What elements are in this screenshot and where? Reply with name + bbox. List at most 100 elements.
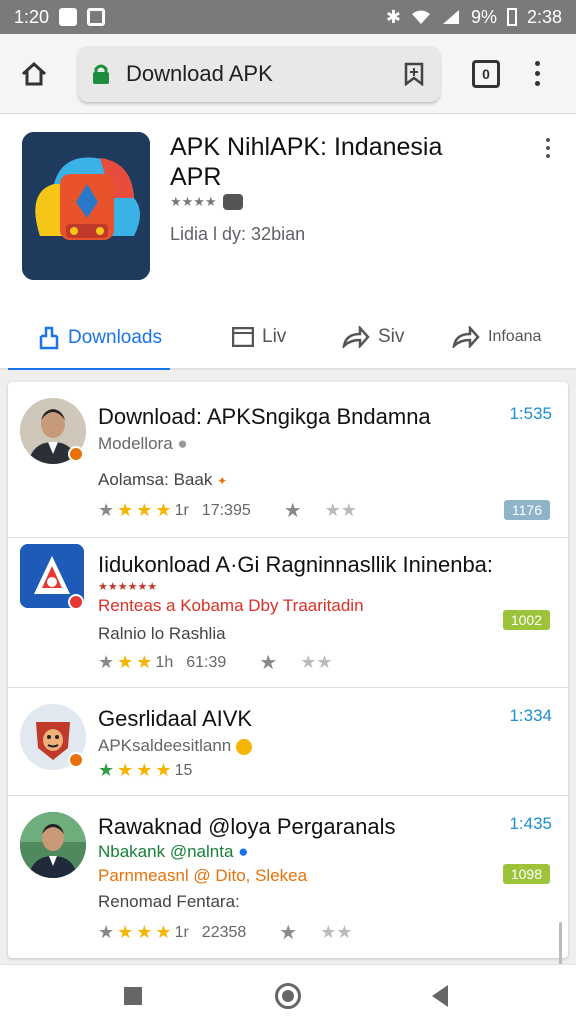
star-icon: ★★: [320, 922, 353, 942]
tab-infoana[interactable]: Infoana: [452, 326, 541, 348]
recents-button[interactable]: [124, 987, 142, 1005]
status-left: 1:20: [14, 6, 106, 28]
item-subtitle: APKsaldeesitlann: [98, 736, 252, 756]
star-icon: ★★: [300, 652, 333, 672]
share-icon: [342, 326, 370, 348]
item-subtitle-text: APKsaldeesitlann: [98, 736, 232, 755]
browser-toolbar: Download APK 0: [0, 34, 576, 114]
tab-liv[interactable]: Liv: [232, 326, 286, 348]
list-item[interactable]: Gesrlidaal AIVK 1:334 APKsaldeesitlann ★…: [8, 688, 568, 796]
star-icon: ★: [155, 760, 172, 780]
star-icon: ★: [155, 500, 172, 520]
star-icon: ★★: [324, 500, 357, 520]
status-bar: 1:20 ✱ 9% 2:38: [0, 0, 576, 34]
app-icon: [22, 132, 150, 280]
person-avatar-icon: [20, 812, 86, 878]
rating-label: 1r: [174, 923, 189, 941]
count-badge: 1098: [502, 864, 550, 884]
item-rating: ★ ★ ★ ★ 1r 17:395 ★ ★★: [98, 498, 357, 523]
rating-label: 1r: [174, 501, 189, 519]
list-item[interactable]: Download: APKSngikga Bndamna 1:535 Model…: [8, 382, 568, 538]
dot-icon: [546, 146, 550, 150]
download-icon: [39, 326, 59, 350]
item-time: 1:435: [509, 814, 552, 833]
verified-icon: ●: [177, 434, 188, 453]
signal-icon: [442, 10, 459, 24]
dot-icon: [546, 154, 550, 158]
item-subtitle-secondary: Parnmeasnl @ Dito, Slekea: [98, 866, 308, 885]
overflow-menu-button[interactable]: [532, 61, 542, 86]
bookmark-icon[interactable]: [402, 62, 426, 86]
app-logo-icon: [22, 132, 150, 280]
status-dot: [68, 446, 84, 462]
notification-icon: [87, 8, 106, 26]
star-icon: ★: [98, 652, 115, 672]
item-subtitle-text: Modellora: [98, 434, 173, 453]
spark-icon: ✦: [217, 474, 228, 488]
item-detail: Renomad Fentara:: [98, 892, 240, 911]
status-time-right: 2:38: [526, 6, 562, 27]
star-icon: ★: [136, 652, 153, 672]
tab-label: Infoana: [488, 328, 542, 345]
status-time-left: 1:20: [14, 6, 50, 27]
verified-icon: ●: [238, 842, 249, 861]
system-nav-bar: [0, 964, 576, 1024]
star-icon: ★: [136, 760, 153, 780]
dot-icon: [534, 81, 540, 86]
battery-level: 9%: [470, 6, 497, 27]
rating-stars-icon: ★★★★★★: [98, 581, 158, 593]
camera-icon: [222, 194, 243, 210]
rating-label: 15: [174, 761, 193, 779]
list-item[interactable]: Rawaknad @loya Pergaranals 1:435 Nbakank…: [8, 796, 568, 956]
avatar: [20, 812, 86, 878]
app-more-button[interactable]: [546, 138, 550, 158]
star-icon: ★: [259, 652, 278, 674]
app-rating: ★★★★: [170, 194, 243, 210]
tab-bar: Downloads Liv Siv Infoana: [0, 304, 576, 371]
item-rating: 1h ★ ★ ★ 1h 61:39 ★ ★★: [98, 650, 332, 675]
bluetooth-icon: ✱: [385, 6, 401, 27]
item-rating: ★ ★ ★ ★ 15: [98, 760, 192, 781]
notification-icon: [59, 8, 78, 26]
count-badge: 1176: [503, 500, 550, 520]
count-badge: 1002: [502, 610, 550, 630]
share-icon: [452, 326, 480, 348]
rating-count: 17:395: [201, 501, 251, 519]
tab-label: Siv: [378, 326, 405, 347]
dot-icon: [534, 71, 540, 76]
item-subtitle: Renteas a Kobama Dby Traaritadin: [98, 596, 364, 615]
item-subtitle-text: Nbakank @nalnta: [98, 842, 234, 861]
tab-label: Liv: [262, 326, 287, 347]
item-detail-text: Aolamsa: Baak: [98, 470, 213, 489]
tab-label: Downloads: [68, 327, 162, 348]
tab-downloads[interactable]: Downloads: [38, 326, 162, 350]
home-button[interactable]: [12, 52, 56, 96]
dot-icon: [546, 138, 550, 142]
star-icon: ★: [98, 760, 115, 780]
battery-icon: [506, 8, 517, 26]
dot-icon: [534, 61, 540, 66]
rating-stars-icon: ★★★★: [170, 194, 217, 209]
tab-switcher-button[interactable]: 0: [472, 59, 500, 88]
address-bar[interactable]: Download APK: [78, 45, 440, 102]
item-title: Rawaknad @loya Pergaranals: [98, 814, 396, 839]
rating-count: 22358: [201, 923, 247, 941]
download-list: Download: APKSngikga Bndamna 1:535 Model…: [8, 382, 568, 1024]
app-developer: Lidia l dy: 32bian: [170, 224, 306, 244]
star-icon: ★: [98, 500, 115, 520]
star-icon: ★: [155, 922, 172, 942]
item-detail: Ralnio lo Rashlia: [98, 624, 226, 643]
home-nav-button[interactable]: [275, 983, 301, 1009]
item-time: 1:535: [509, 404, 552, 423]
tab-siv[interactable]: Siv: [342, 326, 404, 348]
back-button[interactable]: [432, 985, 448, 1007]
url-text[interactable]: Download APK: [126, 61, 402, 87]
star-icon: ★: [117, 500, 134, 520]
star-icon: ★: [283, 500, 302, 522]
star-icon: ★: [136, 922, 153, 942]
star-icon: ★: [117, 760, 134, 780]
list-item[interactable]: Iidukonload A·Gi Ragninnasllik Ininenba:…: [8, 538, 568, 688]
status-right: ✱ 9% 2:38: [386, 7, 562, 28]
item-title: Download: APKSngikga Bndamna: [98, 404, 431, 429]
star-icon: ★: [98, 922, 115, 942]
